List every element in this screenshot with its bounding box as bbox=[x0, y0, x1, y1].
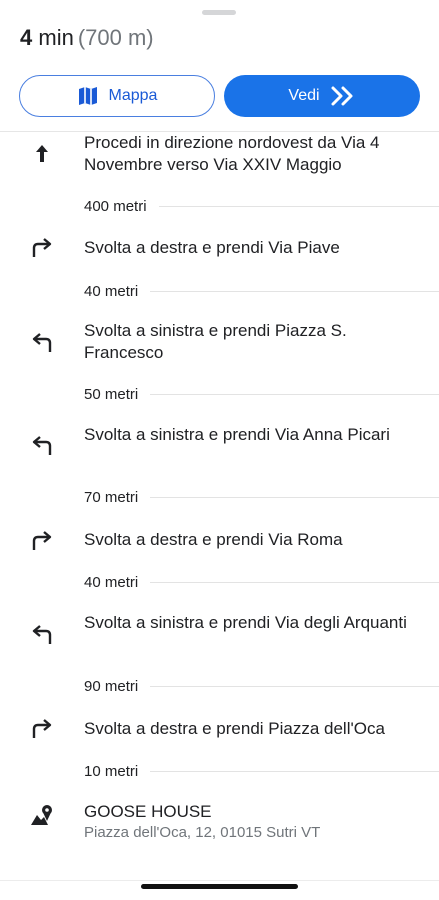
step-divider bbox=[158, 205, 439, 207]
step-divider bbox=[150, 581, 439, 583]
step-instruction[interactable]: Procedi in direzione nordovest da Via 4 … bbox=[84, 132, 424, 176]
sheet-grabber[interactable] bbox=[202, 10, 236, 15]
step-instruction[interactable]: Svolta a sinistra e prendi Piazza S. Fra… bbox=[84, 320, 424, 364]
destination-icon bbox=[28, 801, 56, 829]
go-button-label: Vedi bbox=[288, 87, 320, 104]
route-time-unit: min bbox=[38, 25, 74, 50]
go-button[interactable]: Vedi bbox=[224, 75, 420, 117]
turn-left-icon bbox=[28, 621, 56, 649]
step-divider bbox=[150, 496, 439, 498]
step-instruction[interactable]: Svolta a destra e prendi Via Roma bbox=[84, 529, 424, 551]
step-distance: 40 metri bbox=[84, 573, 139, 591]
step-distance-row: 50 metri bbox=[84, 384, 439, 404]
map-icon bbox=[77, 85, 99, 107]
route-distance: (700 m) bbox=[77, 25, 154, 50]
step-distance-row: 40 metri bbox=[84, 572, 439, 592]
step-distance-row: 40 metri bbox=[84, 281, 439, 301]
route-summary: 4 min (700 m) bbox=[20, 24, 154, 52]
step-instruction[interactable]: Svolta a sinistra e prendi Via degli Arq… bbox=[84, 612, 424, 634]
step-distance: 90 metri bbox=[84, 677, 139, 695]
home-indicator[interactable] bbox=[141, 884, 298, 889]
step-instruction[interactable]: Svolta a sinistra e prendi Via Anna Pica… bbox=[84, 424, 424, 446]
step-instruction[interactable]: Svolta a destra e prendi Piazza dell'Oca bbox=[84, 718, 424, 740]
step-distance: 70 metri bbox=[84, 488, 139, 506]
destination-name[interactable]: GOOSE HOUSE bbox=[84, 801, 424, 823]
turn-right-icon bbox=[28, 715, 56, 743]
step-distance: 40 metri bbox=[84, 282, 139, 300]
turn-right-icon bbox=[28, 527, 56, 555]
map-button[interactable]: Mappa bbox=[19, 75, 215, 117]
step-distance: 10 metri bbox=[84, 762, 139, 780]
step-divider bbox=[150, 685, 439, 687]
route-time-value: 4 bbox=[20, 25, 33, 50]
step-divider bbox=[150, 770, 439, 772]
turn-right-icon bbox=[28, 234, 56, 262]
step-distance: 50 metri bbox=[84, 385, 139, 403]
step-distance-row: 70 metri bbox=[84, 487, 439, 507]
turn-left-icon bbox=[28, 432, 56, 460]
step-instruction[interactable]: Svolta a destra e prendi Via Piave bbox=[84, 237, 424, 259]
step-divider bbox=[150, 393, 439, 395]
turn-left-icon bbox=[28, 329, 56, 357]
step-divider bbox=[150, 290, 439, 292]
destination-address: Piazza dell'Oca, 12, 01015 Sutri VT bbox=[84, 824, 321, 841]
step-distance: 400 metri bbox=[84, 197, 147, 215]
step-distance-row: 10 metri bbox=[84, 761, 439, 781]
map-button-label: Mappa bbox=[108, 87, 158, 104]
arrow-straight-icon bbox=[28, 140, 56, 168]
step-distance-row: 90 metri bbox=[84, 676, 439, 696]
step-distance-row: 400 metri bbox=[84, 196, 439, 216]
route-time: 4 min bbox=[20, 25, 74, 50]
bottom-divider bbox=[0, 880, 439, 881]
double-chevron-icon bbox=[330, 85, 356, 107]
